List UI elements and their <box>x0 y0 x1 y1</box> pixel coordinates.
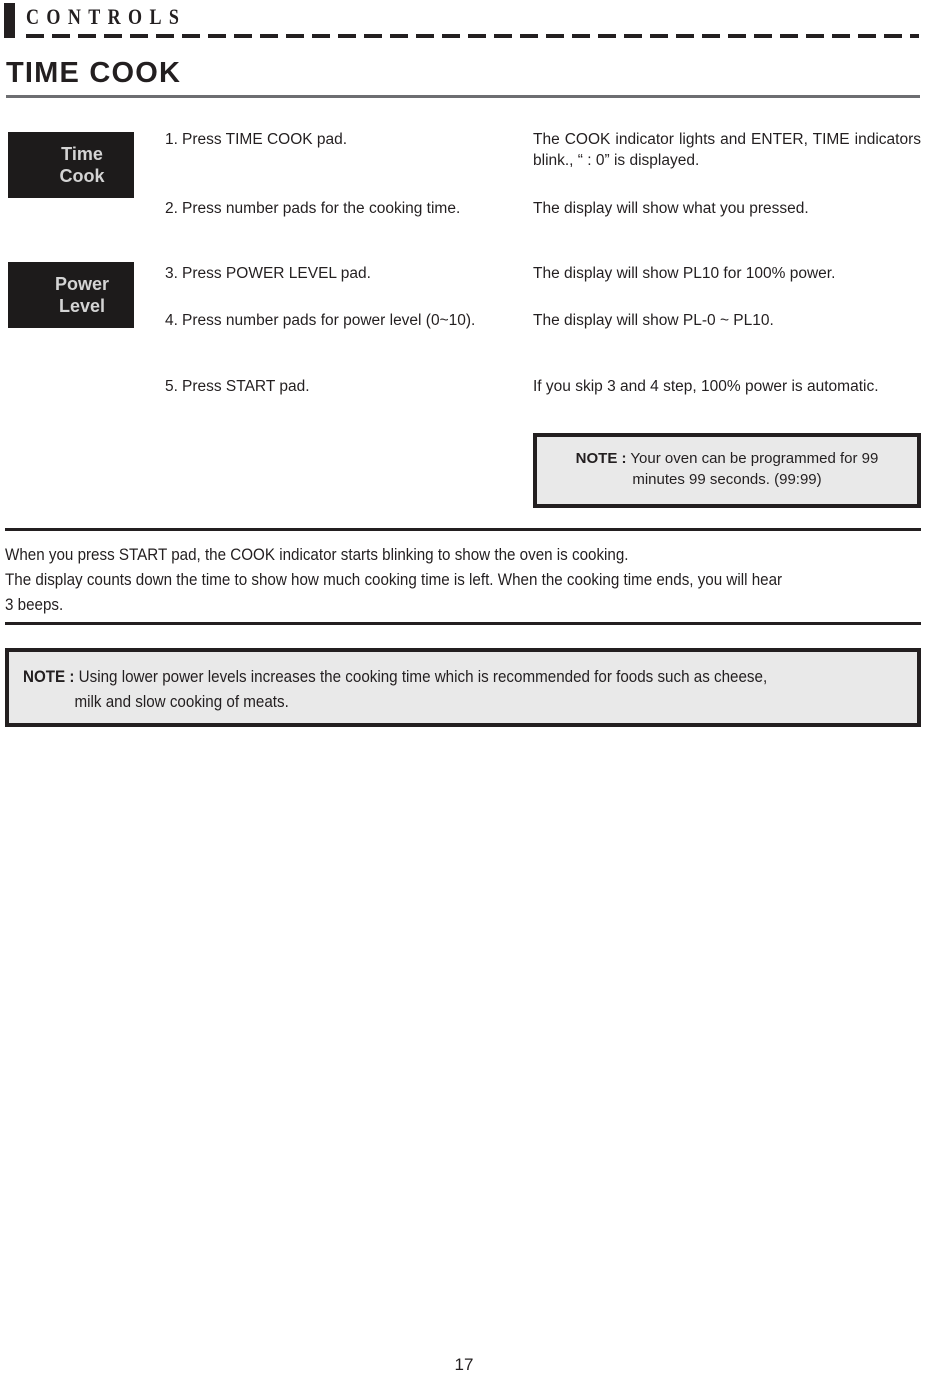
note-bottom-body: NOTE : Using lower power levels increase… <box>23 665 901 715</box>
note-box-time-range: NOTE : Your oven can be programmed for 9… <box>533 433 921 508</box>
note-top-text: Your oven can be programmed for 99 minut… <box>630 450 879 488</box>
step-5-number: 5. <box>165 378 178 395</box>
step-1-result: The COOK indicator lights and ENTER, TIM… <box>533 131 921 169</box>
running-header: CONTROLS <box>0 0 928 46</box>
step-3-number: 3. <box>165 265 178 282</box>
step-2-action: 2. Press number pads for the cooking tim… <box>165 198 505 219</box>
body-paragraph-line-2: The display counts down the time to show… <box>5 571 783 589</box>
divider-rule-top <box>5 528 921 531</box>
note-top-body: NOTE : Your oven can be programmed for 9… <box>549 448 905 490</box>
step-1-action-text: Press TIME COOK pad. <box>182 131 348 148</box>
step-3-result: The display will show PL10 for 100% powe… <box>533 265 836 282</box>
pad-graphic-power-level: Power Level <box>8 262 134 328</box>
note-box-power-levels: NOTE : Using lower power levels increase… <box>5 648 921 727</box>
pad-label-line2: Level <box>58 296 106 316</box>
step-2-number: 2. <box>165 200 178 217</box>
note-bottom-text-line-1: Using lower power levels increases the c… <box>78 668 768 686</box>
body-paragraph: When you press START pad, the COOK indic… <box>5 543 888 618</box>
step-3-action: 3. Press POWER LEVEL pad. <box>165 263 505 284</box>
note-top-label: NOTE : <box>575 450 627 467</box>
step-4-number: 4. <box>165 312 178 329</box>
step-2-result: The display will show what you pressed. <box>533 200 809 217</box>
step-5-result: If you skip 3 and 4 step, 100% power is … <box>533 378 879 395</box>
header-accent-bar <box>4 3 15 38</box>
header-dashed-rule <box>26 34 919 38</box>
body-paragraph-line-1: When you press START pad, the COOK indic… <box>5 546 629 564</box>
step-3-action-text: Press POWER LEVEL pad. <box>182 265 371 282</box>
step-1-number: 1. <box>165 131 178 148</box>
note-bottom-text-line-2: milk and slow cooking of meats. <box>74 693 289 711</box>
page-title-rule <box>6 95 920 98</box>
step-1-action: 1. Press TIME COOK pad. <box>165 129 505 150</box>
step-5-action-text: Press START pad. <box>182 378 310 395</box>
pad-graphic-time-cook: Time Cook <box>8 132 134 198</box>
page-number: 17 <box>454 1355 474 1374</box>
body-paragraph-line-3: 3 beeps. <box>5 596 64 614</box>
running-header-title: CONTROLS <box>26 4 187 29</box>
pad-label-line1: Power <box>54 274 110 294</box>
pad-label-line1: Time <box>61 144 103 164</box>
divider-rule-bottom <box>5 622 921 625</box>
pad-label-line2: Cook <box>59 166 105 186</box>
note-bottom-label: NOTE : <box>23 668 75 686</box>
step-4-action: 4. Press number pads for power level (0~… <box>165 310 505 331</box>
page-title: TIME COOK <box>6 57 182 89</box>
step-2-action-text: Press number pads for the cooking time. <box>182 200 461 217</box>
step-4-result: The display will show PL-0 ~ PL10. <box>533 312 774 329</box>
step-5-action: 5. Press START pad. <box>165 376 505 397</box>
step-4-action-text: Press number pads for power level (0~10)… <box>182 312 476 329</box>
